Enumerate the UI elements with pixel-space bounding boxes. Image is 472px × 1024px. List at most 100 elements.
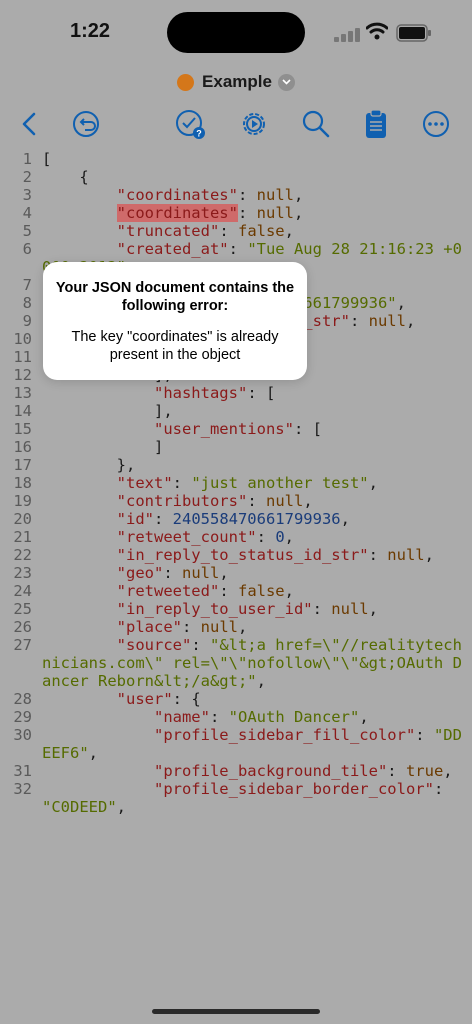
alert-message: The key "coordinates" is already present…: [71, 329, 279, 363]
json-editor[interactable]: 1[2 {3 "coordinates": null, 4 "coordinate…: [0, 150, 472, 816]
code-line[interactable]: 4 "coordinates": null,: [0, 204, 472, 222]
code-text: "coordinates": null,: [116, 186, 304, 204]
line-number: 16: [13, 438, 32, 456]
code-line[interactable]: 30 "profile_sidebar_fill_color": "DDEEF6…: [0, 726, 472, 762]
battery-icon: [396, 24, 431, 42]
line-number: 5: [22, 222, 32, 240]
chevron-down-icon[interactable]: [277, 73, 295, 91]
code-text: "user_mentions": [: [153, 420, 322, 438]
code-text: [: [42, 150, 52, 168]
code-line[interactable]: 18 "text": "just another test",: [0, 474, 472, 492]
line-number: 24: [13, 582, 32, 600]
code-line[interactable]: 15 "user_mentions": [: [0, 420, 472, 438]
code-line[interactable]: 32 "profile_sidebar_border_color": "C0DE…: [0, 780, 472, 816]
dynamic-island: [167, 12, 305, 53]
line-number: 4: [22, 204, 32, 222]
code-text: "hashtags": [: [153, 384, 276, 402]
code-text: "geo": null,: [116, 564, 229, 582]
validate-icon[interactable]: ?: [174, 108, 206, 140]
line-number: 1: [22, 150, 32, 168]
clipboard-icon[interactable]: [360, 108, 392, 140]
code-text: "source": "&lt;a href=\"//realitytechnic…: [42, 636, 462, 690]
line-number: 13: [13, 384, 32, 402]
line-number: 22: [13, 546, 32, 564]
line-number: 2: [22, 168, 32, 186]
line-number: 15: [13, 420, 32, 438]
code-text: ],: [42, 402, 173, 420]
code-line[interactable]: 23 "geo": null,: [0, 564, 472, 582]
code-text: "in_reply_to_status_id_str": null,: [116, 546, 434, 564]
code-line[interactable]: 24 "retweeted": false,: [0, 582, 472, 600]
more-icon[interactable]: [420, 108, 452, 140]
line-number: 21: [13, 528, 32, 546]
code-text: "profile_sidebar_border_color": "C0DEED"…: [42, 780, 453, 816]
code-line[interactable]: 5 "truncated": false,: [0, 222, 472, 240]
line-number: 30: [13, 726, 32, 744]
line-number: 32: [13, 780, 32, 798]
code-line[interactable]: 27 "source": "&lt;a href=\"//realitytech…: [0, 636, 472, 690]
code-text: "truncated": false,: [116, 222, 294, 240]
code-line[interactable]: 19 "contributors": null,: [0, 492, 472, 510]
cellular-signal-icon: [334, 28, 360, 42]
line-number: 6: [22, 240, 32, 258]
code-line[interactable]: 3 "coordinates": null,: [0, 186, 472, 204]
code-line[interactable]: 14 ],: [0, 402, 472, 420]
code-line[interactable]: 22 "in_reply_to_status_id_str": null,: [0, 546, 472, 564]
line-number: 3: [22, 186, 32, 204]
line-number: 8: [22, 294, 32, 312]
line-number: 18: [13, 474, 32, 492]
line-number: 20: [13, 510, 32, 528]
code-line[interactable]: 2 {: [0, 168, 472, 186]
status-time: 1:22: [70, 20, 111, 42]
line-number: 17: [13, 456, 32, 474]
svg-text:?: ?: [196, 129, 202, 139]
alert-title: Your JSON document contains the followin…: [55, 280, 295, 314]
line-number: 10: [13, 330, 32, 348]
settings-icon[interactable]: [238, 108, 270, 140]
code-text: "contributors": null,: [116, 492, 313, 510]
code-text: {: [42, 168, 89, 186]
home-indicator[interactable]: [152, 1009, 320, 1014]
code-line[interactable]: 31 "profile_background_tile": true,: [0, 762, 472, 780]
code-line[interactable]: 26 "place": null,: [0, 618, 472, 636]
undo-icon[interactable]: [70, 108, 102, 140]
line-number: 25: [13, 600, 32, 618]
line-number: 27: [13, 636, 32, 654]
code-text: "profile_sidebar_fill_color": "DDEEF6",: [42, 726, 462, 762]
code-line[interactable]: 20 "id": 240558470661799936,: [0, 510, 472, 528]
back-icon[interactable]: [14, 108, 46, 140]
code-text: "retweeted": false,: [116, 582, 294, 600]
error-alert[interactable]: Your JSON document contains the followin…: [43, 262, 307, 380]
line-number: 19: [13, 492, 32, 510]
code-line[interactable]: 21 "retweet_count": 0,: [0, 528, 472, 546]
line-number: 9: [22, 312, 32, 330]
code-text: "coordinates": null,: [116, 204, 304, 222]
code-text: },: [42, 456, 136, 474]
code-text: "in_reply_to_user_id": null,: [116, 600, 378, 618]
line-number: 7: [22, 276, 32, 294]
line-number: 11: [13, 348, 32, 366]
code-line[interactable]: 13 "hashtags": [: [0, 384, 472, 402]
document-color-dot: [177, 73, 195, 91]
line-number: 14: [13, 402, 32, 420]
code-line[interactable]: 17 },: [0, 456, 472, 474]
code-text: "id": 240558470661799936,: [116, 510, 350, 528]
line-number: 12: [13, 366, 32, 384]
wifi-icon: [366, 22, 388, 40]
code-text: "profile_background_tile": true,: [153, 762, 453, 780]
document-title-bar[interactable]: Example: [0, 66, 472, 98]
line-number: 26: [13, 618, 32, 636]
toolbar: ?: [0, 104, 472, 144]
code-line[interactable]: 1[: [0, 150, 472, 168]
code-line[interactable]: 28 "user": {: [0, 690, 472, 708]
search-icon[interactable]: [300, 108, 332, 140]
document-title: Example: [202, 72, 272, 91]
code-line[interactable]: 25 "in_reply_to_user_id": null,: [0, 600, 472, 618]
code-text: "user": {: [116, 690, 201, 708]
code-line[interactable]: 29 "name": "OAuth Dancer",: [0, 708, 472, 726]
code-text: "retweet_count": 0,: [116, 528, 294, 546]
line-number: 23: [13, 564, 32, 582]
code-text: "name": "OAuth Dancer",: [153, 708, 369, 726]
code-text: ]: [42, 438, 164, 456]
code-line[interactable]: 16 ]: [0, 438, 472, 456]
